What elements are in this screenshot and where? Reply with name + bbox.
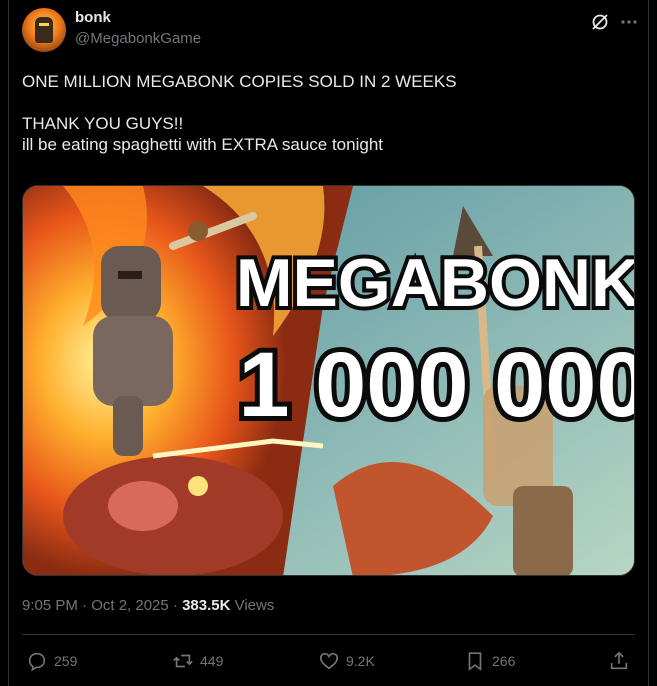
post-header: bonk @MegabonkGame [22,8,642,52]
share-button[interactable] [608,648,636,674]
divider [22,634,635,635]
views-label: Views [230,597,275,614]
bookmark-button[interactable]: 266 [464,648,515,674]
timestamp[interactable]: 9:05 PM · Oct 2, 2025 · [22,597,182,614]
post-image[interactable]: MEGABONK 1 000 000 [22,185,635,576]
repost-count: 449 [200,653,224,669]
action-bar: 259 449 9.2K 266 [22,648,635,674]
repost-icon [173,654,193,668]
avatar-knight-shape [35,17,53,43]
more-icon[interactable] [619,12,639,32]
author-handle[interactable]: @MegabonkGame [75,30,201,47]
media-title: MEGABONK [236,245,635,321]
share-icon [610,651,628,670]
views-count: 383.5K [182,597,231,614]
like-icon [319,652,339,670]
media-number: 1 000 000 [238,334,635,436]
post-meta: 9:05 PM · Oct 2, 2025 · 383.5K Views [22,597,274,614]
avatar-visor-shape [39,23,49,26]
author-name[interactable]: bonk [75,9,111,26]
like-count: 9.2K [346,653,375,669]
reply-button[interactable]: 259 [26,648,77,674]
like-button[interactable]: 9.2K [318,648,375,674]
avatar[interactable] [22,8,66,52]
bookmark-icon [468,652,482,671]
post-image-art: MEGABONK 1 000 000 [23,186,635,575]
reply-icon [28,652,46,672]
repost-button[interactable]: 449 [172,648,223,674]
post-text: ONE MILLION MEGABONK COPIES SOLD IN 2 WE… [22,72,457,154]
bookmark-count: 266 [492,653,516,669]
reply-count: 259 [54,653,78,669]
grok-icon[interactable] [590,12,610,32]
